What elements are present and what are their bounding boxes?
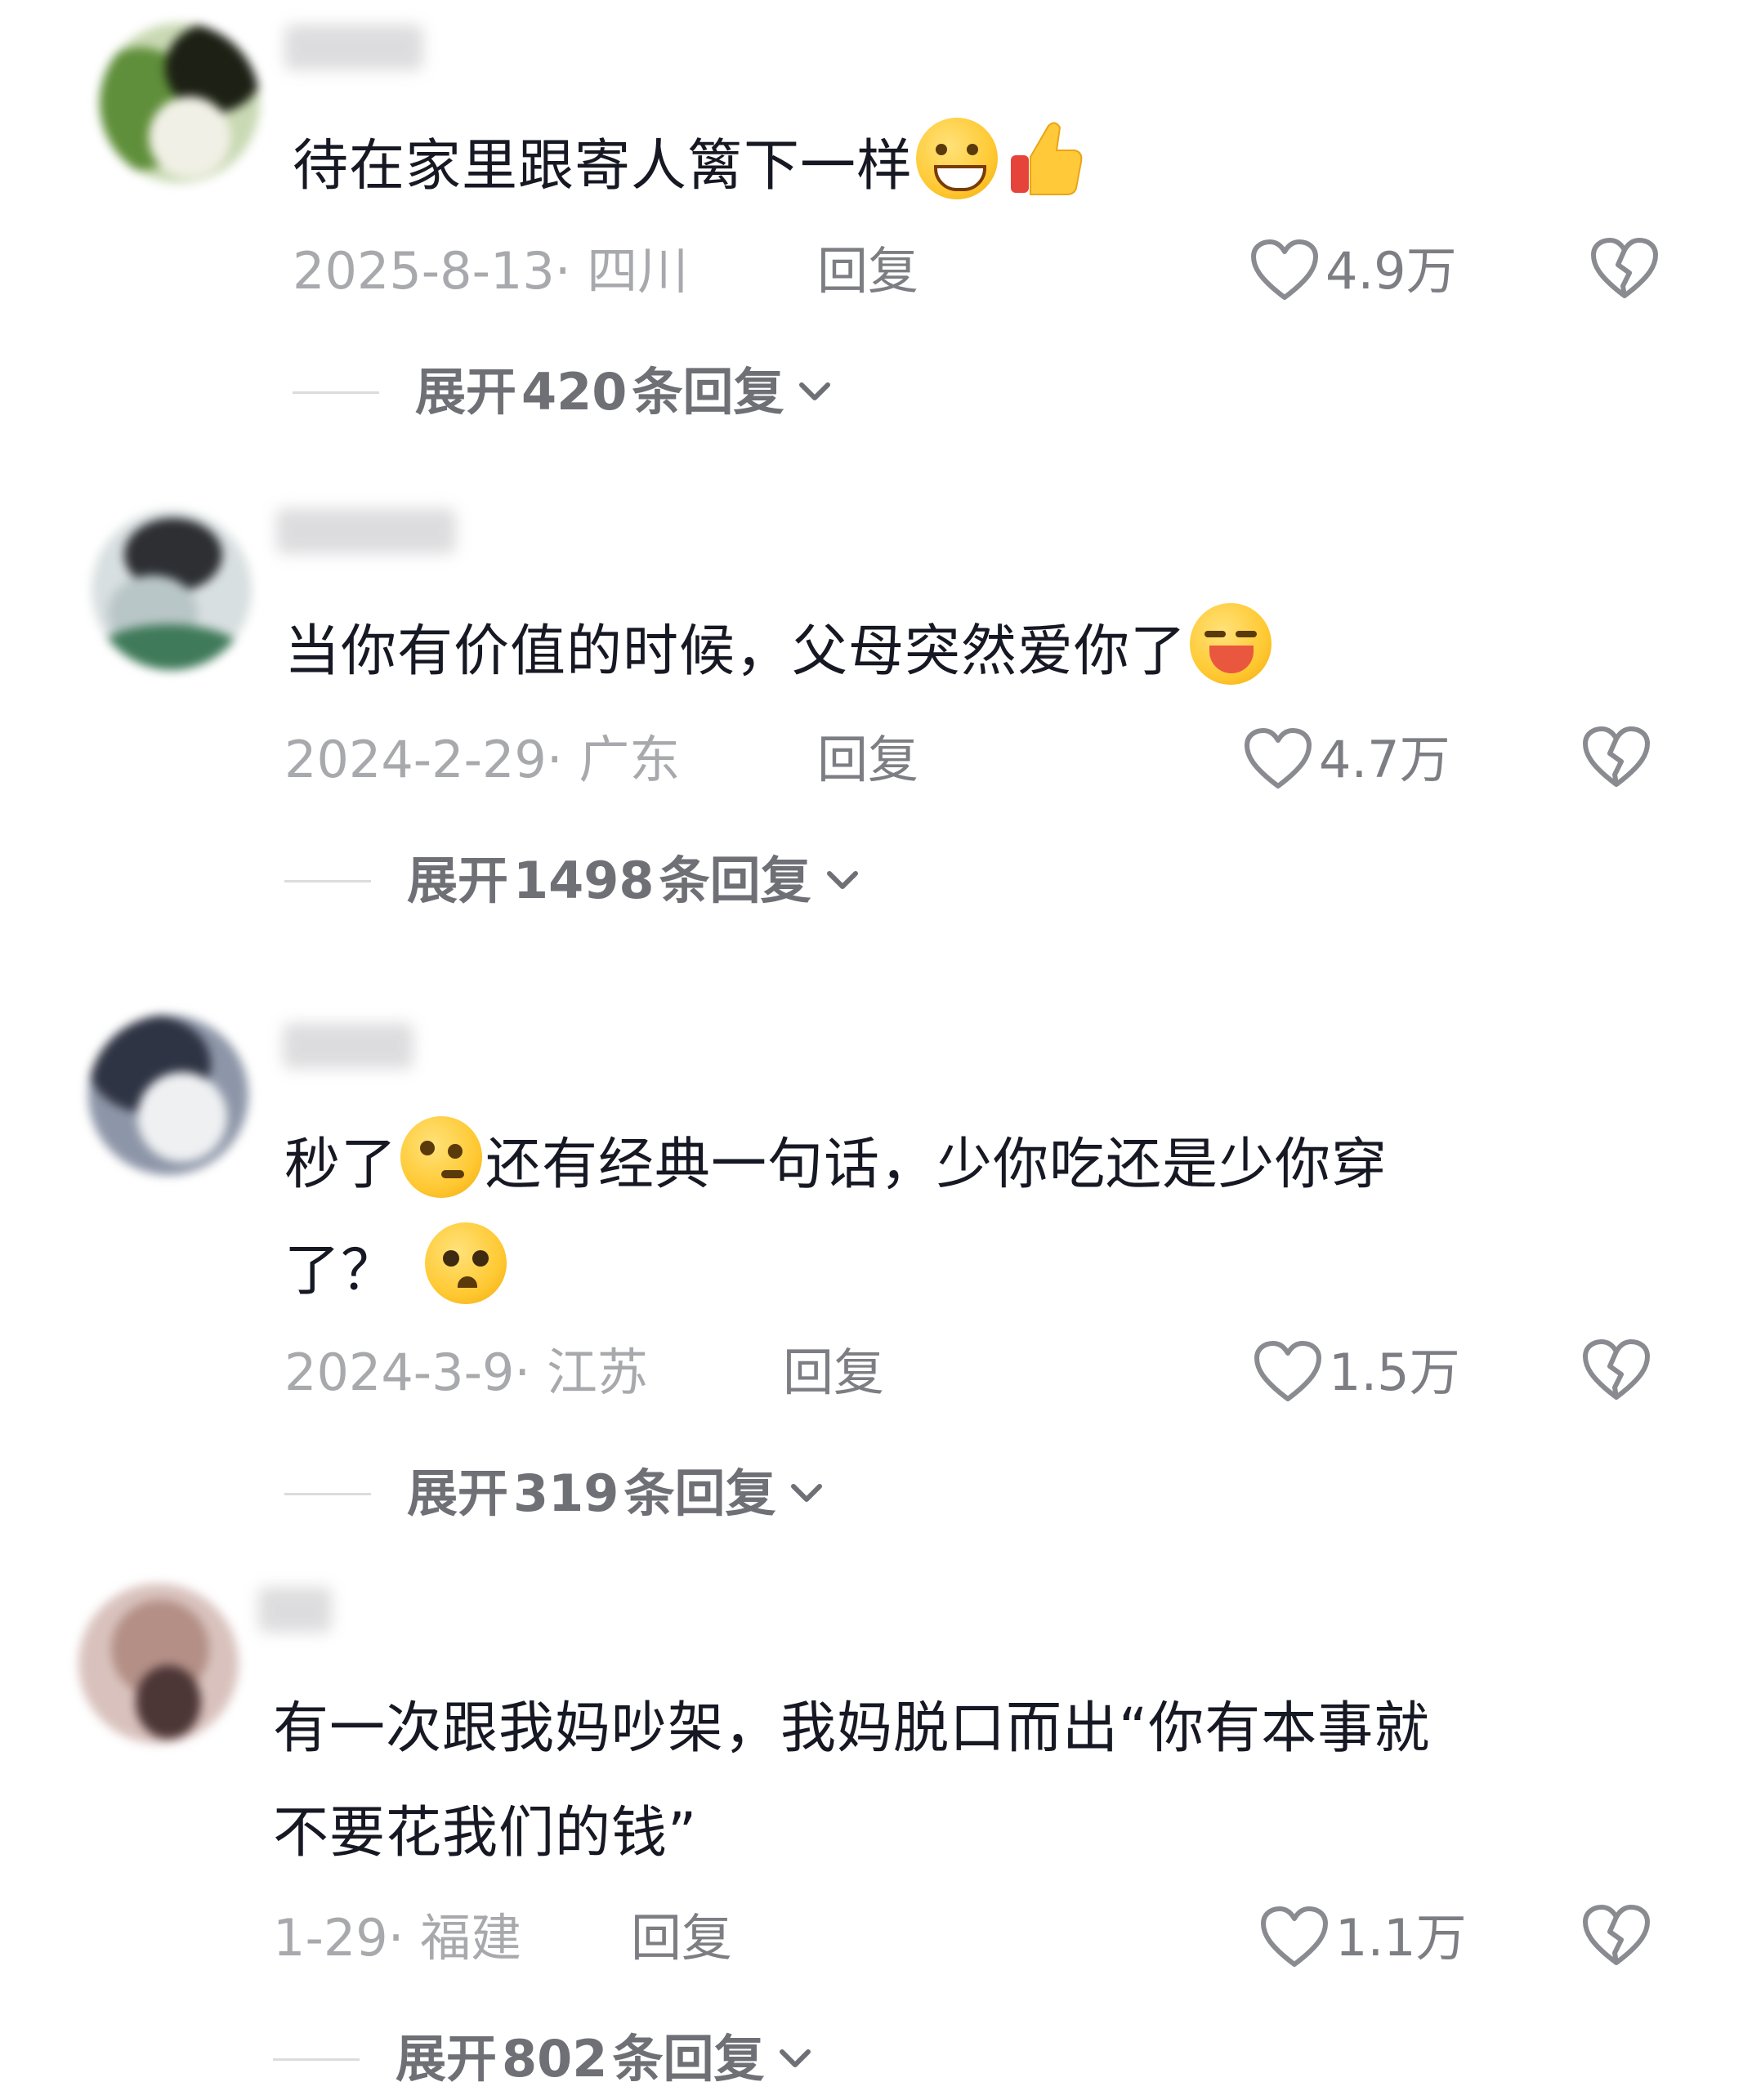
divider-line: [273, 2058, 360, 2061]
avatar[interactable]: [100, 23, 260, 183]
like-button[interactable]: 4.9万: [1250, 239, 1457, 304]
expand-suffix: 条回复: [612, 2029, 765, 2089]
expand-replies-button[interactable]: 展开 802 条回复: [273, 2026, 813, 2092]
comment-text-line2-body: 不要花我们的钱”: [273, 1801, 698, 1865]
avatar[interactable]: [92, 510, 252, 670]
comment-date-location: 2024-2-29· 广东: [284, 730, 681, 789]
heart-outline-icon: [1251, 239, 1318, 300]
reply-count: 319: [513, 1463, 619, 1523]
comment-text-line2: 了？: [284, 1221, 510, 1322]
divider-line: [293, 391, 379, 394]
expand-prefix: 展开: [396, 2029, 498, 2089]
comment-text-line1: 有一次跟我妈吵架，我妈脱口而出“你有本事就: [273, 1696, 1431, 1761]
username-blurred[interactable]: [283, 1023, 413, 1069]
dislike-button[interactable]: [1590, 237, 1659, 306]
dislike-button[interactable]: [1582, 1904, 1651, 1973]
avatar[interactable]: [88, 1015, 248, 1175]
comment-text: 有一次跟我妈吵架，我妈脱口而出“你有本事就: [273, 1678, 1430, 1780]
pleading-emoji: [425, 1222, 507, 1304]
thinking-emoji: [400, 1116, 483, 1198]
like-count: 4.7万: [1319, 730, 1450, 789]
chevron-down-icon: [826, 871, 858, 889]
laugh-cry-emoji: [1190, 603, 1272, 685]
avatar[interactable]: [78, 1584, 239, 1744]
username-blurred[interactable]: [258, 1587, 332, 1633]
chevron-down-icon: [791, 1484, 823, 1502]
comment-date-location: 2025-8-13· 四川: [293, 241, 689, 301]
expand-suffix: 条回复: [659, 851, 811, 910]
comment-text: 当你有价值的时候，父母突然爱你了: [284, 601, 1275, 703]
grin-emoji: [916, 118, 999, 199]
comment-text-part2: 还有经典一句话，少你吃还是少你穿: [485, 1133, 1388, 1197]
comment-date-location: 2024-3-9· 江苏: [284, 1343, 648, 1402]
like-count: 4.9万: [1325, 241, 1457, 301]
reply-button[interactable]: 回复: [817, 239, 918, 304]
heart-outline-icon: [1261, 1906, 1328, 1967]
expand-replies-button[interactable]: 展开 319 条回复: [284, 1461, 825, 1526]
expand-replies-button[interactable]: 展开 420 条回复: [293, 360, 833, 425]
like-button[interactable]: 4.7万: [1244, 727, 1450, 793]
broken-heart-icon: [1583, 726, 1650, 787]
reply-count: 802: [502, 2029, 608, 2089]
comment-text-body: 当你有价值的时候，父母突然爱你了: [284, 619, 1187, 684]
comment-text: 待在家里跟寄人篱下一样: [293, 116, 1084, 217]
comment-date-location: 1-29· 福建: [273, 1908, 522, 1968]
broken-heart-icon: [1591, 238, 1658, 298]
like-count: 1.1万: [1335, 1908, 1467, 1968]
expand-prefix: 展开: [407, 1463, 509, 1523]
like-button[interactable]: 1.1万: [1260, 1906, 1467, 1971]
thumbs-up-emoji: [1006, 118, 1084, 199]
heart-outline-icon: [1254, 1341, 1321, 1401]
comment-text-part1: 秒了: [284, 1133, 398, 1197]
broken-heart-icon: [1583, 1339, 1650, 1400]
like-button[interactable]: 1.5万: [1254, 1340, 1460, 1405]
dislike-button[interactable]: [1582, 1338, 1651, 1407]
comment-text-body: 待在家里跟寄人篱下一样: [293, 134, 914, 199]
reply-button[interactable]: 回复: [817, 727, 918, 793]
expand-prefix: 展开: [415, 362, 517, 422]
reply-count: 420: [521, 362, 628, 422]
broken-heart-icon: [1583, 1905, 1650, 1965]
chevron-down-icon: [799, 382, 831, 400]
username-blurred[interactable]: [276, 508, 456, 554]
dislike-button[interactable]: [1582, 726, 1651, 794]
divider-line: [284, 1492, 371, 1495]
reply-button[interactable]: 回复: [631, 1906, 732, 1971]
expand-prefix: 展开: [407, 851, 509, 910]
comment-text: 秒了 还有经典一句话，少你吃还是少你穿: [284, 1115, 1388, 1216]
username-blurred[interactable]: [284, 25, 423, 70]
expand-replies-button[interactable]: 展开 1498 条回复: [284, 848, 860, 914]
heart-outline-icon: [1245, 728, 1312, 789]
expand-suffix: 条回复: [623, 1463, 776, 1523]
expand-suffix: 条回复: [632, 362, 784, 422]
like-count: 1.5万: [1329, 1343, 1460, 1402]
comment-text-part3: 了？: [284, 1239, 398, 1303]
chevron-down-icon: [780, 2049, 811, 2067]
comment-text-line2: 不要花我们的钱”: [273, 1783, 697, 1884]
divider-line: [284, 879, 371, 882]
reply-button[interactable]: 回复: [783, 1340, 884, 1405]
reply-count: 1498: [513, 851, 655, 910]
